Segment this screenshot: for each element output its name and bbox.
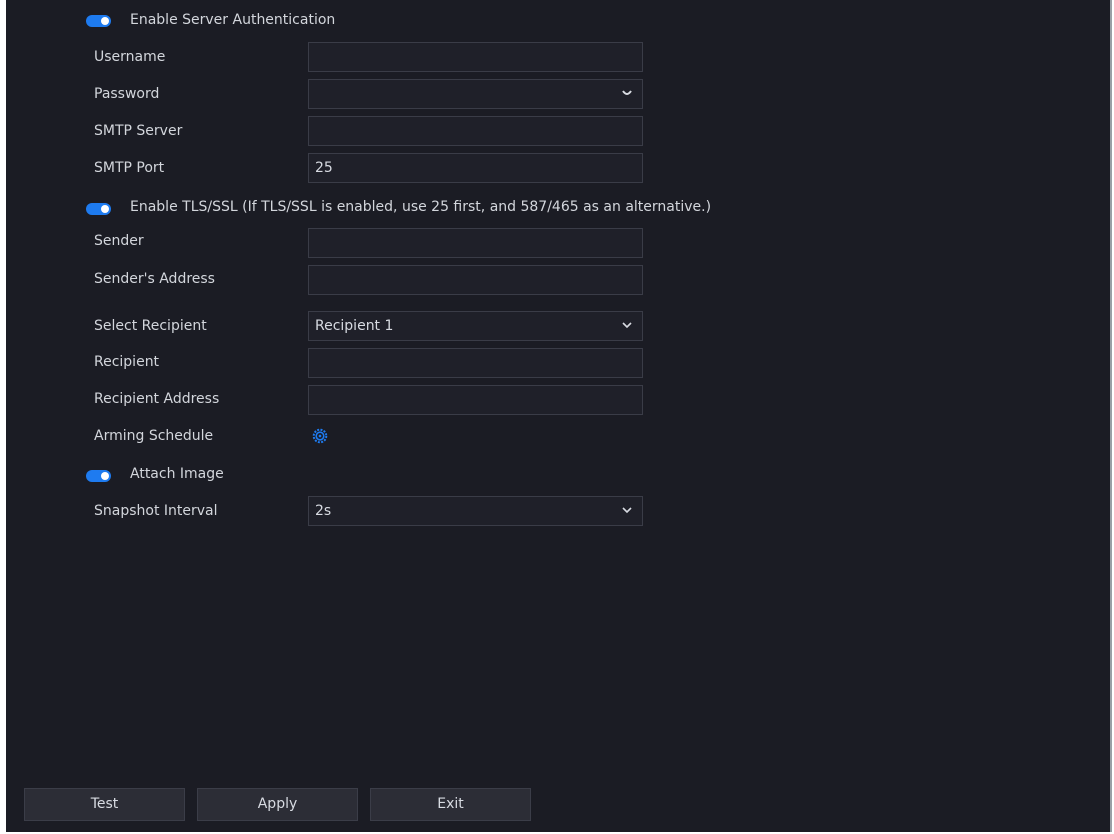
username-input[interactable] (308, 42, 643, 72)
server-auth-label: Enable Server Authentication (130, 12, 336, 28)
sender-address-input[interactable] (308, 265, 643, 295)
gear-icon[interactable] (311, 427, 329, 445)
tls-label: Enable TLS/SSL (If TLS/SSL is enabled, u… (130, 199, 712, 215)
smtp-server-label: SMTP Server (94, 123, 183, 139)
password-input[interactable] (308, 79, 643, 109)
select-recipient-value: Recipient 1 (315, 318, 394, 334)
tls-toggle[interactable] (86, 203, 111, 215)
snapshot-interval-value: 2s (315, 503, 332, 519)
toggle-knob (101, 17, 109, 25)
toggle-knob (101, 205, 109, 213)
attach-image-label: Attach Image (130, 466, 224, 482)
smtp-port-label: SMTP Port (94, 160, 165, 176)
attach-image-toggle[interactable] (86, 470, 111, 482)
recipient-input[interactable] (308, 348, 643, 378)
sender-address-label: Sender's Address (94, 271, 215, 287)
username-label: Username (94, 49, 166, 65)
recipient-address-label: Recipient Address (94, 391, 220, 407)
password-label: Password (94, 86, 160, 102)
chevron-down-icon (622, 322, 632, 329)
exit-button[interactable]: Exit (370, 788, 531, 821)
recipient-label: Recipient (94, 354, 160, 370)
sender-input[interactable] (308, 228, 643, 258)
recipient-address-input[interactable] (308, 385, 643, 415)
snapshot-interval-label: Snapshot Interval (94, 503, 218, 519)
chevron-down-icon (622, 507, 632, 514)
show-password-icon[interactable] (622, 88, 632, 98)
select-recipient-label: Select Recipient (94, 318, 207, 334)
smtp-port-input[interactable] (308, 153, 643, 183)
test-button[interactable]: Test (24, 788, 185, 821)
email-settings-panel: Enable Server Authentication Username Pa… (6, 0, 1112, 832)
server-auth-toggle[interactable] (86, 15, 111, 27)
select-recipient-dropdown[interactable]: Recipient 1 (308, 311, 643, 341)
snapshot-interval-dropdown[interactable]: 2s (308, 496, 643, 526)
smtp-server-input[interactable] (308, 116, 643, 146)
toggle-knob (101, 472, 109, 480)
apply-button[interactable]: Apply (197, 788, 358, 821)
arming-schedule-label: Arming Schedule (94, 428, 214, 444)
sender-label: Sender (94, 233, 144, 249)
